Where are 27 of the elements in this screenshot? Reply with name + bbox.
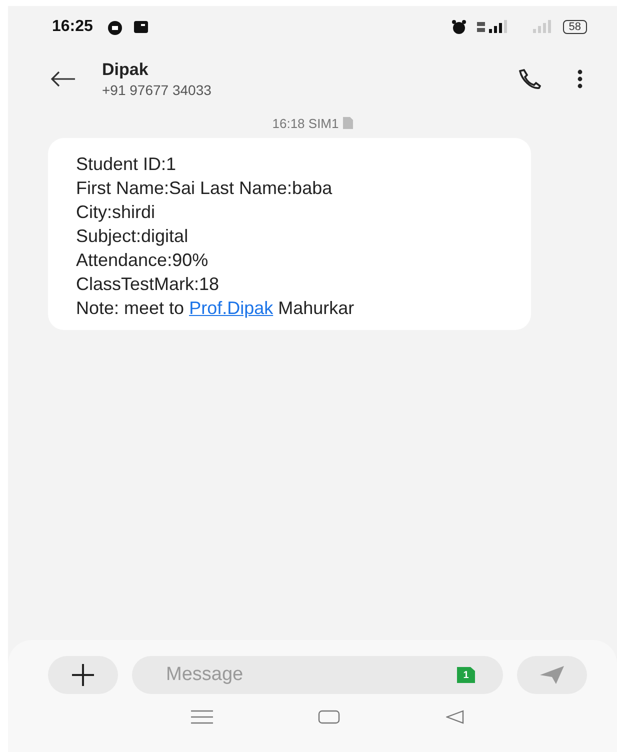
battery-level: 58 (562, 20, 587, 34)
send-button[interactable] (517, 656, 587, 694)
message-field[interactable]: Message 1 (132, 656, 503, 694)
status-time: 16:25 (52, 18, 93, 36)
notification-icon (106, 19, 123, 35)
message-line: City:shirdi (76, 201, 156, 224)
menu-icon[interactable] (190, 710, 213, 724)
message-line: Subject:digital (76, 225, 190, 248)
phone-number: +91 97677 34033 (102, 82, 212, 98)
home-icon[interactable] (318, 710, 340, 724)
sim-icon (342, 117, 353, 129)
contact-name: Dipak (102, 60, 150, 80)
signal-icon (530, 20, 553, 34)
sim-badge[interactable]: 1 (457, 667, 475, 683)
message-line: Student ID:1 (76, 153, 178, 176)
message-timestamp: 16:18 SIM1 (272, 116, 339, 130)
send-icon (539, 665, 565, 685)
message-line: Attendance:90% (76, 249, 210, 272)
alarm-icon (450, 19, 467, 35)
app-icon (132, 19, 149, 35)
add-button[interactable] (48, 656, 118, 694)
plus-icon (70, 662, 96, 688)
message-line: ClassTestMark:18 (76, 273, 220, 296)
back-icon[interactable] (446, 710, 464, 724)
message-line: Note: meet to Prof.Dipak Mahurkar (76, 297, 356, 320)
name-link[interactable]: Prof.Dipak (189, 298, 274, 318)
message-line: First Name:Sai Last Name:baba (76, 177, 334, 200)
